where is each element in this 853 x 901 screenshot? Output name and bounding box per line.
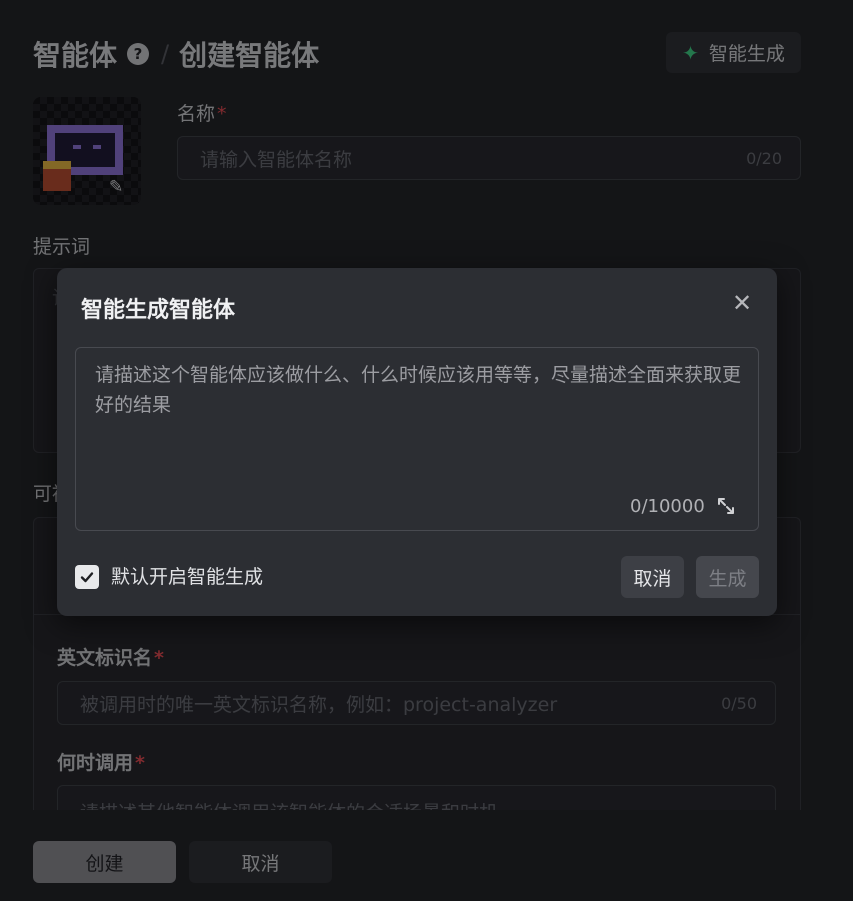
close-icon[interactable]: ✕ — [729, 290, 755, 316]
description-placeholder: 请描述这个智能体应该做什么、什么时候应该用等等，尽量描述全面来获取更好的结果 — [95, 364, 742, 416]
expand-icon[interactable] — [716, 496, 736, 516]
check-icon — [80, 572, 94, 583]
generate-button[interactable]: 生成 — [696, 556, 759, 598]
dialog-cancel-button[interactable]: 取消 — [621, 556, 684, 598]
auto-generate-label[interactable]: 默认开启智能生成 — [111, 565, 263, 589]
description-textarea[interactable]: 请描述这个智能体应该做什么、什么时候应该用等等，尽量描述全面来获取更好的结果 0… — [75, 347, 759, 531]
ai-generate-dialog: 智能生成智能体 ✕ 请描述这个智能体应该做什么、什么时候应该用等等，尽量描述全面… — [57, 268, 777, 616]
description-char-count: 0/10000 — [630, 496, 705, 517]
auto-generate-checkbox[interactable] — [75, 565, 99, 589]
dialog-title: 智能生成智能体 — [81, 298, 236, 323]
